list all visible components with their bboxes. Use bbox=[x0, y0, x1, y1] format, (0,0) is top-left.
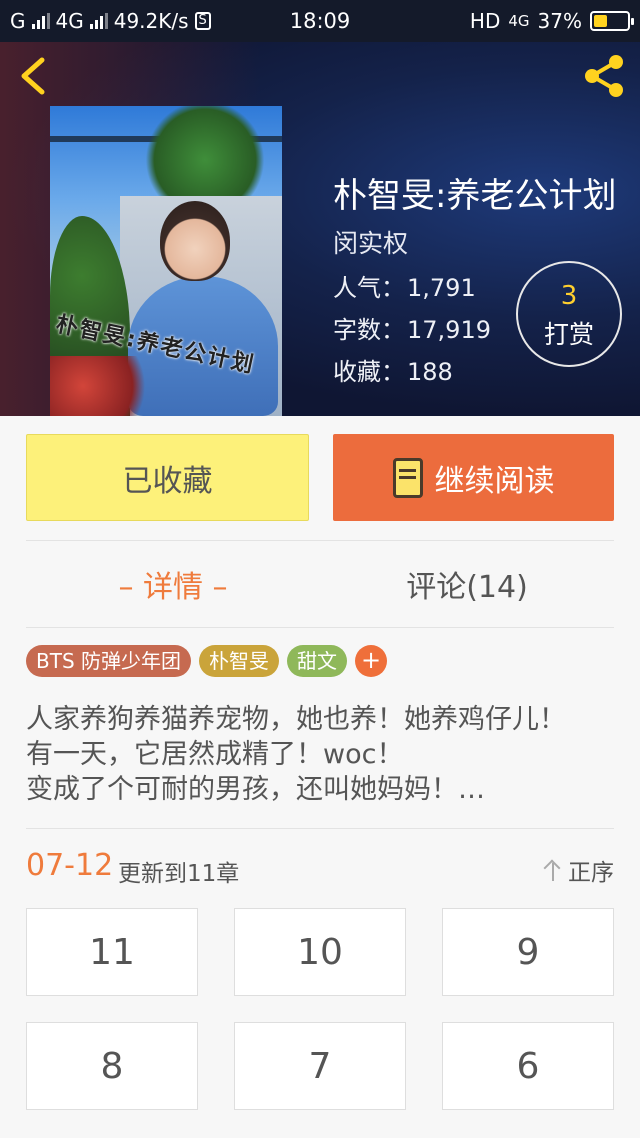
battery-icon bbox=[590, 11, 634, 31]
divider bbox=[26, 828, 614, 829]
tab-comments[interactable]: 评论(14) bbox=[320, 562, 614, 606]
summary-line: 变成了个可耐的男孩，还叫她妈妈！… bbox=[26, 774, 485, 805]
book-title: 朴智旻:养老公计划 bbox=[333, 176, 617, 216]
add-tag-button[interactable]: + bbox=[355, 645, 387, 677]
divider bbox=[26, 540, 614, 541]
status-bar: G 4G 49.2K/s S 18:09 HD 4G 37% bbox=[0, 0, 640, 42]
reward-count: 3 bbox=[560, 281, 578, 311]
chapter-button[interactable]: 9 bbox=[442, 908, 614, 996]
favorited-button[interactable]: 已收藏 bbox=[26, 434, 309, 521]
stat-popularity: 人气：1,791 bbox=[333, 274, 476, 302]
stat-favorites: 收藏：188 bbox=[333, 358, 453, 386]
chapter-grid: 11 10 9 8 7 6 bbox=[26, 908, 614, 1110]
book-icon bbox=[392, 457, 423, 498]
tag-item[interactable]: BTS 防弹少年团 bbox=[26, 645, 191, 677]
reward-label: 打赏 bbox=[543, 320, 594, 349]
chapter-button[interactable]: 11 bbox=[26, 908, 198, 996]
divider bbox=[26, 627, 614, 628]
tag-item[interactable]: 朴智旻 bbox=[199, 645, 279, 677]
tab-detail[interactable]: – 详情 – bbox=[26, 562, 320, 606]
update-date: 07-12 bbox=[26, 848, 114, 883]
status-right: HD 4G 37% bbox=[469, 9, 634, 33]
chapter-button[interactable]: 6 bbox=[442, 1022, 614, 1110]
stat-word-count: 字数：17,919 bbox=[333, 316, 491, 344]
summary-line: 人家养狗养猫养宠物，她也养！她养鸡仔儿！ bbox=[26, 704, 566, 735]
summary-line: 有一天，它居然成精了！woc！ bbox=[26, 739, 404, 770]
chevron-left-icon bbox=[21, 57, 45, 95]
hd-label: HD bbox=[469, 9, 501, 33]
book-header: 朴智旻:养老公计划 朴智旻:养老公计划 闵实权 人气：1,791 字数：17,9… bbox=[0, 42, 640, 416]
share-button[interactable] bbox=[580, 52, 628, 100]
author-name[interactable]: 闵实权 bbox=[333, 224, 408, 260]
share-icon bbox=[585, 55, 623, 97]
arrow-up-icon bbox=[544, 859, 562, 881]
tag-list: BTS 防弹少年团 朴智旻 甜文 + bbox=[26, 645, 387, 677]
book-summary[interactable]: 人家养狗养猫养宠物，她也养！她养鸡仔儿！ 有一天，它居然成精了！woc！ 变成了… bbox=[26, 702, 616, 807]
chapter-button[interactable]: 10 bbox=[234, 908, 406, 996]
book-cover[interactable]: 朴智旻:养老公计划 bbox=[50, 106, 282, 416]
back-button[interactable] bbox=[14, 54, 54, 98]
sort-order-button[interactable]: 正序 bbox=[544, 853, 614, 887]
update-chapter-text: 更新到11章 bbox=[118, 861, 240, 887]
continue-reading-button[interactable]: 继续阅读 bbox=[333, 434, 614, 521]
chapter-button[interactable]: 8 bbox=[26, 1022, 198, 1110]
tag-item[interactable]: 甜文 bbox=[287, 645, 347, 677]
battery-percent: 37% bbox=[537, 9, 582, 33]
network-type: 4G bbox=[508, 12, 530, 30]
chapter-button[interactable]: 7 bbox=[234, 1022, 406, 1110]
reward-button[interactable]: 3 打赏 bbox=[516, 261, 622, 367]
